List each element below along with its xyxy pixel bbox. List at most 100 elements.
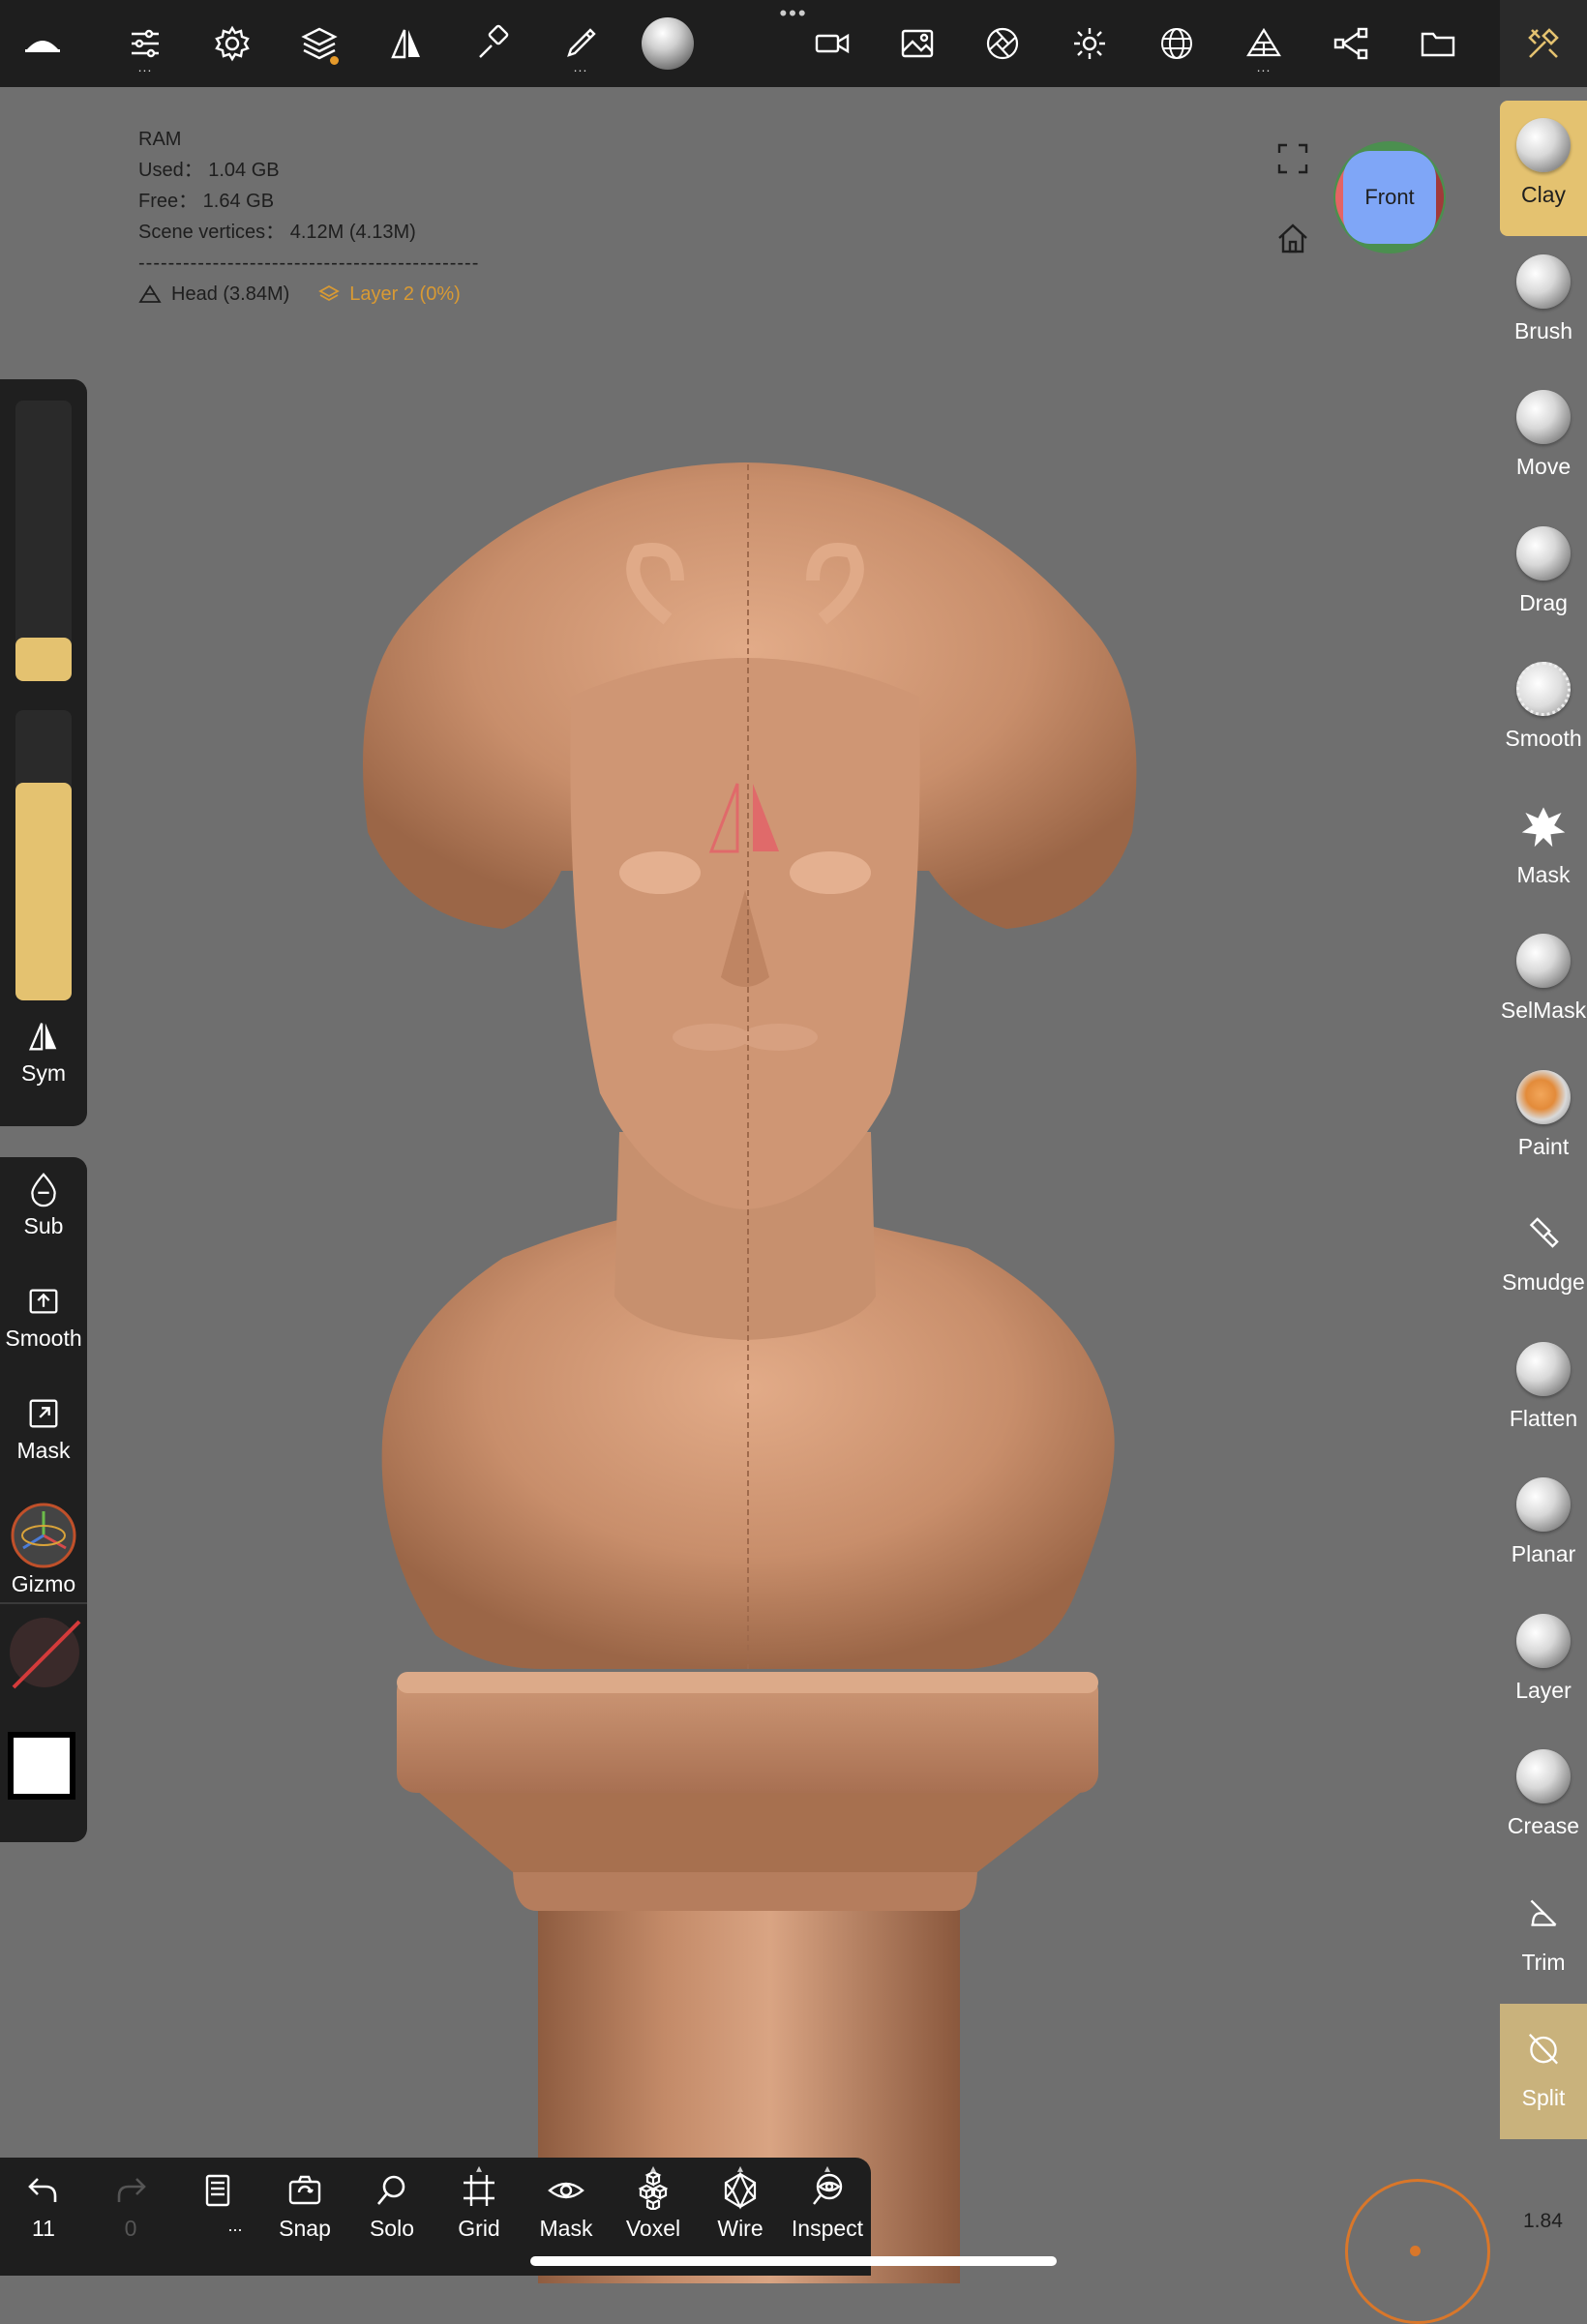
smudge-tool-icon (1516, 1206, 1571, 1260)
inspect-caret: ▴ (823, 2161, 831, 2175)
undo-button[interactable]: 11 (0, 2171, 87, 2242)
tool-layer[interactable]: Layer (1500, 1596, 1587, 1732)
tool-label: Brush (1513, 317, 1573, 343)
solo-button[interactable]: Solo (348, 2171, 435, 2242)
grid-label: Grid (458, 2216, 500, 2241)
tool-label: Flatten (1509, 1405, 1578, 1431)
mask-shortcut-button[interactable]: Mask (0, 1395, 87, 1464)
grid-icon (464, 2175, 494, 2206)
sculpt-model (363, 462, 1137, 2283)
search-icon (376, 2175, 405, 2205)
tool-label: Crease (1507, 1813, 1580, 1838)
gizmo-button[interactable]: Gizmo (0, 1502, 87, 1597)
tool-paint[interactable]: Paint (1500, 1053, 1587, 1188)
voxel-button[interactable]: ▴ Voxel (610, 2161, 697, 2242)
voxel-label: Voxel (625, 2216, 681, 2241)
mask-label: Mask (16, 1438, 71, 1463)
inspect-label: Inspect (791, 2216, 864, 2241)
tool-label: Smudge (1502, 1269, 1585, 1295)
snap-button[interactable]: Snap (261, 2171, 348, 2242)
tool-label: Smooth (1505, 726, 1582, 751)
nomad-logo-icon[interactable] (14, 15, 72, 73)
camera-video-icon[interactable] (803, 15, 861, 73)
notebook-icon (205, 2174, 230, 2207)
tool-drag[interactable]: Drag (1500, 509, 1587, 644)
zoom-value: 1.84 (1523, 2210, 1563, 2232)
light-sun-icon[interactable] (1061, 15, 1119, 73)
scene-share-icon[interactable] (1322, 15, 1380, 73)
layers-notification-dot (330, 56, 339, 65)
folder-icon[interactable] (1409, 15, 1467, 73)
undo-icon (28, 2178, 57, 2202)
view-cube-front-face[interactable]: Front (1343, 151, 1436, 244)
tool-trim[interactable]: Trim (1500, 1868, 1587, 2004)
layers-icon[interactable] (290, 15, 348, 73)
clay-tool-icon (1516, 118, 1571, 172)
scene-vertices: Scene vertices： 4.12M (4.13M) (138, 222, 416, 243)
smooth-up-icon (29, 1289, 58, 1314)
settings-sliders-icon[interactable]: ... (116, 15, 174, 74)
alpha-none-swatch[interactable] (8, 1616, 81, 1689)
fullscreen-icon[interactable] (1273, 139, 1312, 178)
tool-mask[interactable]: Mask (1500, 781, 1587, 916)
gear-icon[interactable] (203, 15, 261, 73)
tool-smudge[interactable]: Smudge (1500, 1188, 1587, 1324)
panel-divider (0, 1602, 87, 1604)
topology-pyramid-icon[interactable]: ... (1235, 15, 1293, 74)
tool-selmask[interactable]: SelMask (1500, 916, 1587, 1052)
grid-button[interactable]: ▴ Grid (435, 2161, 523, 2242)
tool-move[interactable]: Move (1500, 372, 1587, 508)
top-toolbar: ... ... ••• ... (0, 0, 1587, 87)
wire-button[interactable]: ▴ Wire (697, 2161, 784, 2242)
sym-label: Sym (21, 1060, 66, 1086)
intensity-slider-fill (15, 783, 72, 1000)
symmetry-icon (28, 1023, 57, 1051)
voxel-caret: ▴ (649, 2161, 657, 2175)
tool-brush[interactable]: Brush (1500, 237, 1587, 372)
tool-label: Move (1515, 454, 1572, 479)
viewport[interactable] (0, 87, 1587, 2283)
home-icon[interactable] (1273, 219, 1312, 257)
history-button[interactable]: ... (174, 2171, 261, 2236)
wire-caret: ▴ (736, 2161, 744, 2175)
mask-view-label: Mask (539, 2216, 593, 2241)
matcap-globe-icon[interactable] (1148, 15, 1206, 73)
ram-label: RAM (138, 129, 182, 150)
tool-split[interactable]: Split (1500, 2004, 1587, 2139)
inspect-button[interactable]: ▴ Inspect (784, 2161, 871, 2242)
symmetry-icon[interactable] (377, 15, 435, 73)
paint-tools-icon[interactable] (464, 15, 523, 73)
aperture-icon[interactable] (973, 15, 1032, 73)
tool-flatten[interactable]: Flatten (1500, 1325, 1587, 1460)
left-action-panel: Sub Smooth Mask Gizmo (0, 1157, 87, 1842)
history-more: ... (227, 2216, 243, 2235)
solo-label: Solo (369, 2216, 415, 2241)
snap-label: Snap (279, 2216, 331, 2241)
tool-planar[interactable]: Planar (1500, 1460, 1587, 1595)
smooth-tool-icon (1516, 662, 1571, 716)
mask-view-button[interactable]: Mask (523, 2171, 610, 2242)
tool-smooth[interactable]: Smooth (1500, 644, 1587, 780)
sym-button[interactable]: Sym (0, 1018, 87, 1087)
image-icon[interactable] (888, 15, 946, 73)
color-swatch[interactable] (8, 1732, 75, 1800)
tool-label: Mask (1516, 861, 1571, 887)
ram-used: Used： 1.04 GB (138, 160, 280, 181)
crease-tool-icon (1516, 1749, 1571, 1803)
stroke-brush-icon[interactable]: ... (552, 15, 610, 74)
tools-icon[interactable] (1514, 15, 1572, 73)
navigation-joystick[interactable] (1345, 2179, 1490, 2324)
smooth-shortcut-button[interactable]: Smooth (0, 1283, 87, 1352)
tool-clay[interactable]: Clay (1500, 101, 1587, 236)
tool-panel: Clay Brush Move Drag Smooth Mask SelMask Paint S… (1500, 101, 1587, 2142)
view-cube[interactable]: Front (1332, 139, 1448, 255)
drag-tool-icon (1516, 525, 1571, 581)
layer-tool-icon (1516, 1613, 1571, 1668)
layer-name: Layer 2 (0%) (349, 283, 461, 305)
material-sphere-icon[interactable] (639, 15, 697, 73)
sub-button[interactable]: Sub (0, 1171, 87, 1239)
smooth-label: Smooth (5, 1326, 82, 1351)
tool-crease[interactable]: Crease (1500, 1732, 1587, 1867)
selmask-tool-icon (1516, 934, 1571, 988)
redo-button[interactable]: 0 (87, 2171, 174, 2242)
